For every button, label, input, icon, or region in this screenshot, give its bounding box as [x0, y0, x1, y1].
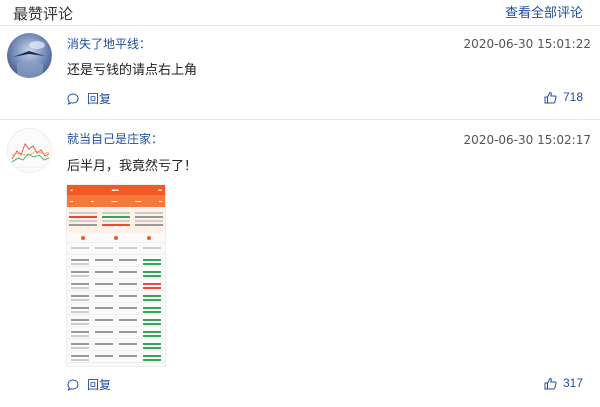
comment-item: 消失了地平线： 2020-06-30 15:01:22 还是亏钱的请点右上角 回…	[0, 26, 600, 118]
screenshot-holding-row	[67, 279, 165, 291]
user-avatar[interactable]	[7, 128, 52, 173]
reply-button[interactable]: 回复	[67, 376, 111, 393]
like-count: 718	[562, 90, 583, 104]
screenshot-holding-row	[67, 291, 165, 303]
like-count: 317	[562, 376, 583, 390]
stock-chart-avatar-icon	[8, 129, 51, 172]
reply-label: 回复	[87, 92, 112, 106]
screenshot-header-row	[67, 243, 165, 255]
comment-text: 后半月，我竟然亏了！	[67, 158, 198, 173]
user-avatar[interactable]	[7, 33, 52, 78]
reply-label: 回复	[87, 378, 112, 392]
screenshot-holding-row	[67, 315, 165, 327]
screenshot-summary-panel	[67, 207, 165, 233]
trading-app-screenshot-icon[interactable]: ◀ ■■■■ ■■ ▬ ▬ ▬▬ ▬▬ ▬	[66, 184, 166, 367]
comment-text: 还是亏钱的请点右上角	[67, 62, 198, 77]
screenshot-holding-row	[67, 339, 165, 351]
screenshot-holding-row	[67, 255, 165, 267]
like-button[interactable]: 718	[544, 90, 583, 104]
screenshot-holding-row	[67, 327, 165, 339]
comment-username[interactable]: 消失了地平线：	[67, 35, 151, 52]
thumbs-up-icon	[544, 377, 557, 389]
comment-timestamp: 2020-06-30 15:01:22	[463, 37, 591, 51]
thumbs-up-icon	[544, 91, 557, 103]
speech-bubble-icon	[67, 378, 79, 391]
screenshot-holding-row	[67, 351, 165, 363]
screenshot-holding-row	[67, 303, 165, 315]
section-title: 最赞评论	[13, 6, 74, 23]
comment-username[interactable]: 就当自己是庄家：	[67, 130, 163, 147]
comments-header: 最赞评论 查看全部评论	[0, 0, 600, 24]
comment-timestamp: 2020-06-30 15:02:17	[463, 133, 591, 147]
screenshot-holding-row	[67, 267, 165, 279]
screenshot-tab-bar: ▬ ▬ ▬▬ ▬▬ ▬	[67, 195, 165, 207]
view-all-comments-link[interactable]: 查看全部评论	[505, 2, 583, 21]
sky-photo-avatar-icon	[7, 33, 52, 78]
screenshot-action-row	[67, 233, 165, 243]
speech-bubble-icon	[67, 92, 79, 105]
reply-button[interactable]: 回复	[67, 90, 111, 107]
screenshot-top-bar: ◀ ■■■■ ■■	[67, 185, 165, 195]
like-button[interactable]: 317	[544, 376, 583, 390]
